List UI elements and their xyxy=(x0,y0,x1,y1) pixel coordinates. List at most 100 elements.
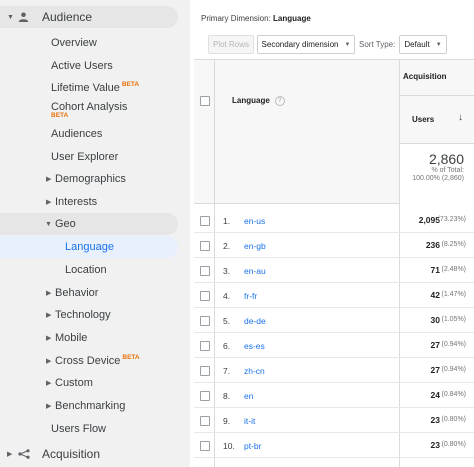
nav-label-lifetime-value: Lifetime Value xyxy=(51,82,120,94)
primary-dimension: Primary Dimension: Language xyxy=(201,14,311,23)
table-row[interactable]: 10. pt-br 23 (0.80%) xyxy=(194,433,474,458)
nav-item-geo[interactable]: ▼ Geo xyxy=(0,213,178,235)
row-index: 3. xyxy=(223,266,231,276)
nav-item-technology[interactable]: ▶ Technology xyxy=(0,304,178,326)
sort-type-dropdown[interactable]: Default ▼ xyxy=(399,35,447,54)
row-index: 6. xyxy=(223,341,231,351)
users-percent: (0.80%) xyxy=(441,416,466,423)
chevron-down-icon: ▼ xyxy=(7,13,14,21)
row-checkbox[interactable] xyxy=(200,216,210,226)
nav-label-mobile: Mobile xyxy=(55,332,88,344)
chevron-right-icon: ▶ xyxy=(46,335,52,342)
nav-item-location[interactable]: Location xyxy=(0,259,178,281)
help-icon[interactable]: ? xyxy=(274,96,285,106)
table-row[interactable]: 9. it-it 23 (0.80%) xyxy=(194,408,474,433)
table-row[interactable]: 8. en 24 (0.84%) xyxy=(194,383,474,408)
column-header-language[interactable]: Language? xyxy=(232,96,285,106)
nav-label-cross-device: Cross Device xyxy=(55,355,121,367)
table-row[interactable]: 5. de-de 30 (1.05%) xyxy=(194,308,474,333)
total-percent: % of Total: 100.00% (2,860) xyxy=(412,167,464,183)
dropdown-arrow-icon: ▼ xyxy=(435,41,442,48)
nav-item-behavior[interactable]: ▶ Behavior xyxy=(0,282,178,304)
users-value: 24 xyxy=(430,390,440,400)
primary-dimension-label: Primary Dimension: xyxy=(201,14,271,23)
table-row[interactable]: 7. zh-cn 27 (0.94%) xyxy=(194,358,474,383)
chevron-right-icon: ▶ xyxy=(46,358,52,365)
row-index: 1. xyxy=(223,216,231,226)
nav-item-benchmarking[interactable]: ▶ Benchmarking xyxy=(0,395,178,417)
nav-item-language[interactable]: Language xyxy=(0,236,178,258)
users-percent: (73.23%) xyxy=(437,216,466,223)
nav-item-users-flow[interactable]: Users Flow xyxy=(0,418,178,440)
sort-type-value: Default xyxy=(404,40,430,49)
users-percent: (2.48%) xyxy=(441,266,466,273)
nav-label-user-explorer: User Explorer xyxy=(51,151,119,163)
users-value: 27 xyxy=(430,365,440,375)
nav-item-user-explorer[interactable]: User Explorer xyxy=(0,146,178,168)
row-checkbox[interactable] xyxy=(200,266,210,276)
beta-badge: BETA xyxy=(122,354,140,361)
sidebar-nav: ▼ Audience Overview Active Users Lifetim… xyxy=(0,0,190,467)
row-checkbox[interactable] xyxy=(200,241,210,251)
language-link[interactable]: en-gb xyxy=(244,241,266,251)
users-percent: (8.25%) xyxy=(441,241,466,248)
row-checkbox[interactable] xyxy=(200,441,210,451)
nav-item-cohort-analysis[interactable]: Cohort Analysis BETA xyxy=(0,96,178,119)
chevron-right-icon: ▶ xyxy=(46,290,52,297)
language-link[interactable]: de-de xyxy=(244,316,266,326)
nav-item-custom[interactable]: ▶ Custom xyxy=(0,372,178,394)
users-value: 236 xyxy=(425,240,440,250)
nav-item-cross-device[interactable]: ▶ Cross Device BETA xyxy=(0,350,178,372)
row-checkbox[interactable] xyxy=(200,291,210,301)
language-link[interactable]: es-es xyxy=(244,341,265,351)
users-value: 30 xyxy=(430,315,440,325)
column-header-users[interactable]: Users xyxy=(412,115,434,124)
nav-item-active-users[interactable]: Active Users xyxy=(0,55,178,77)
row-index: 9. xyxy=(223,416,231,426)
users-value: 27 xyxy=(430,340,440,350)
chevron-right-icon: ▶ xyxy=(46,312,52,319)
total-users-value: 2,860 xyxy=(428,151,464,167)
row-checkbox[interactable] xyxy=(200,366,210,376)
select-all-checkbox[interactable] xyxy=(200,96,210,106)
nav-label-behavior: Behavior xyxy=(55,287,99,299)
row-checkbox[interactable] xyxy=(200,391,210,401)
sort-type-label: Sort Type: xyxy=(359,40,396,49)
row-checkbox[interactable] xyxy=(200,316,210,326)
table-row[interactable]: 1. en-us 2,095 (73.23%) xyxy=(194,208,474,233)
secondary-dimension-dropdown[interactable]: Secondary dimension ▼ xyxy=(257,35,355,54)
table-row[interactable]: 2. en-gb 236 (8.25%) xyxy=(194,233,474,258)
language-link[interactable]: fr-fr xyxy=(244,291,257,301)
row-checkbox[interactable] xyxy=(200,416,210,426)
nav-label-audience: Audience xyxy=(42,10,93,24)
table-row[interactable]: 3. en-au 71 (2.48%) xyxy=(194,258,474,283)
nav-item-mobile[interactable]: ▶ Mobile xyxy=(0,327,178,349)
chevron-right-icon: ▶ xyxy=(46,199,52,206)
nav-item-overview[interactable]: Overview xyxy=(0,32,178,54)
users-percent: (0.94%) xyxy=(441,366,466,373)
language-link[interactable]: zh-cn xyxy=(244,366,265,376)
acquisition-icon xyxy=(18,449,30,459)
nav-label-custom: Custom xyxy=(55,377,93,389)
nav-item-demographics[interactable]: ▶ Demographics xyxy=(0,168,178,190)
language-link[interactable]: it-it xyxy=(244,416,255,426)
row-checkbox[interactable] xyxy=(200,341,210,351)
chevron-right-icon: ▶ xyxy=(46,403,52,410)
column-header-language-label: Language xyxy=(232,96,270,106)
table-row[interactable]: 4. fr-fr 42 (1.47%) xyxy=(194,283,474,308)
sort-descending-icon[interactable]: ↓ xyxy=(458,112,463,123)
nav-section-acquisition[interactable]: ▶ Acquisition xyxy=(0,443,178,465)
users-percent: (0.84%) xyxy=(441,391,466,398)
nav-item-interests[interactable]: ▶ Interests xyxy=(0,191,178,213)
person-icon xyxy=(18,12,29,22)
plot-rows-button[interactable]: Plot Rows xyxy=(208,35,254,54)
language-link[interactable]: en-au xyxy=(244,266,266,276)
language-link[interactable]: en xyxy=(244,391,253,401)
table-row[interactable]: 6. es-es 27 (0.94%) xyxy=(194,333,474,358)
language-link[interactable]: pt-br xyxy=(244,441,261,451)
language-link[interactable]: en-us xyxy=(244,216,265,226)
nav-section-audience[interactable]: ▼ Audience xyxy=(0,6,178,28)
nav-item-audiences[interactable]: Audiences xyxy=(0,123,178,145)
primary-dimension-value[interactable]: Language xyxy=(273,14,311,23)
nav-label-benchmarking: Benchmarking xyxy=(55,400,126,412)
